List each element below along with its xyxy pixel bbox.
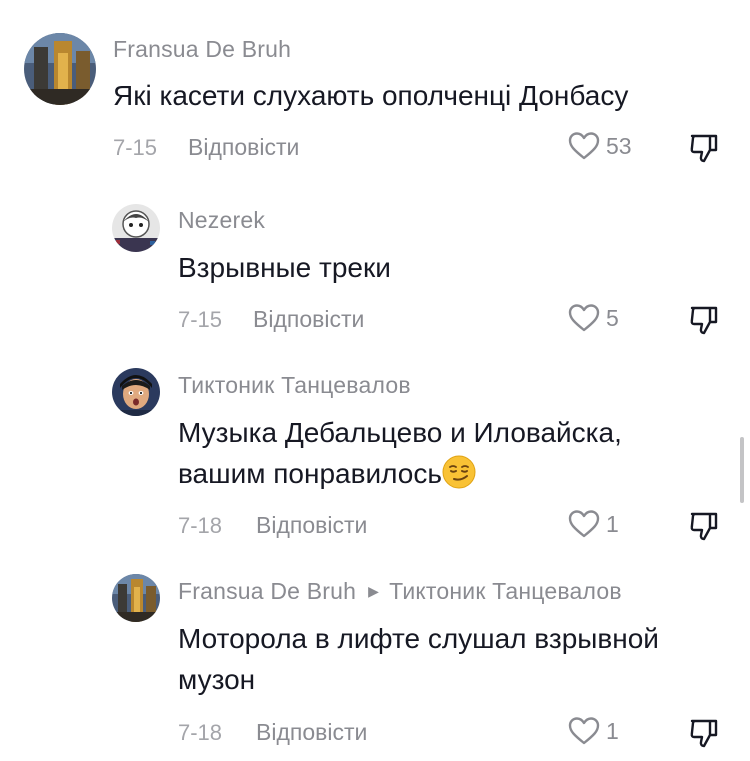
- heart-outline-icon: [568, 510, 600, 538]
- reply-button[interactable]: Відповісти: [256, 719, 367, 746]
- comment-date: 7-15: [178, 307, 223, 332]
- reply-to-user[interactable]: Тиктоник Танцевалов: [389, 578, 622, 604]
- reply-button[interactable]: Відповісти: [256, 512, 367, 539]
- like-count: 1: [606, 717, 619, 744]
- like-button[interactable]: 5: [568, 303, 619, 333]
- dislike-button[interactable]: [688, 510, 720, 542]
- comment-author[interactable]: Fransua De Bruh: [113, 36, 291, 63]
- like-button[interactable]: 1: [568, 716, 619, 746]
- like-count: 1: [606, 510, 619, 537]
- thumbs-down-icon: [690, 512, 718, 541]
- comment-text-line-2-label: вашим понравилось: [178, 458, 442, 489]
- smirk-emoji-icon: [442, 455, 476, 489]
- comment-text: Взрывные треки: [178, 252, 391, 283]
- scrollbar[interactable]: [740, 437, 744, 503]
- reply-button[interactable]: Відповісти: [188, 134, 299, 161]
- comment-author[interactable]: Nezerek: [178, 207, 265, 234]
- heart-outline-icon: [568, 304, 600, 332]
- dislike-button[interactable]: [688, 717, 720, 749]
- comment-date: 7-18: [178, 513, 223, 538]
- like-button[interactable]: 53: [568, 131, 632, 161]
- reply-button[interactable]: Відповісти: [253, 306, 364, 333]
- heart-outline-icon: [568, 717, 600, 745]
- like-count: 53: [606, 132, 632, 159]
- avatar[interactable]: [112, 368, 160, 416]
- comment-author[interactable]: Fransua De Bruh: [178, 578, 356, 604]
- thumbs-down-icon: [690, 306, 718, 335]
- like-button[interactable]: 1: [568, 509, 619, 539]
- avatar[interactable]: [112, 574, 160, 622]
- comment-author[interactable]: Тиктоник Танцевалов: [178, 372, 411, 399]
- comment-text-line-1: Музыка Дебальцево и Иловайска,: [178, 417, 622, 448]
- triangle-right-icon: ▶: [368, 583, 380, 599]
- comment-author-line: Fransua De Bruh ▶ Тиктоник Танцевалов: [178, 578, 622, 605]
- thumbs-down-icon: [690, 719, 718, 748]
- avatar[interactable]: [24, 33, 96, 105]
- dislike-button[interactable]: [688, 304, 720, 336]
- comment-text: Які касети слухають ополченці Донбасу: [113, 80, 629, 111]
- comment-text-line-1: Моторола в лифте слушал взрывной: [178, 623, 659, 654]
- like-count: 5: [606, 304, 619, 331]
- comment-date: 7-15: [113, 135, 158, 160]
- comment-date: 7-18: [178, 720, 223, 745]
- thumbs-down-icon: [690, 134, 718, 163]
- dislike-button[interactable]: [688, 132, 720, 164]
- comment-text-line-2: музон: [178, 664, 256, 695]
- comment-text-line-2: вашим понравилось: [178, 452, 476, 496]
- heart-outline-icon: [568, 132, 600, 160]
- avatar[interactable]: [112, 204, 160, 252]
